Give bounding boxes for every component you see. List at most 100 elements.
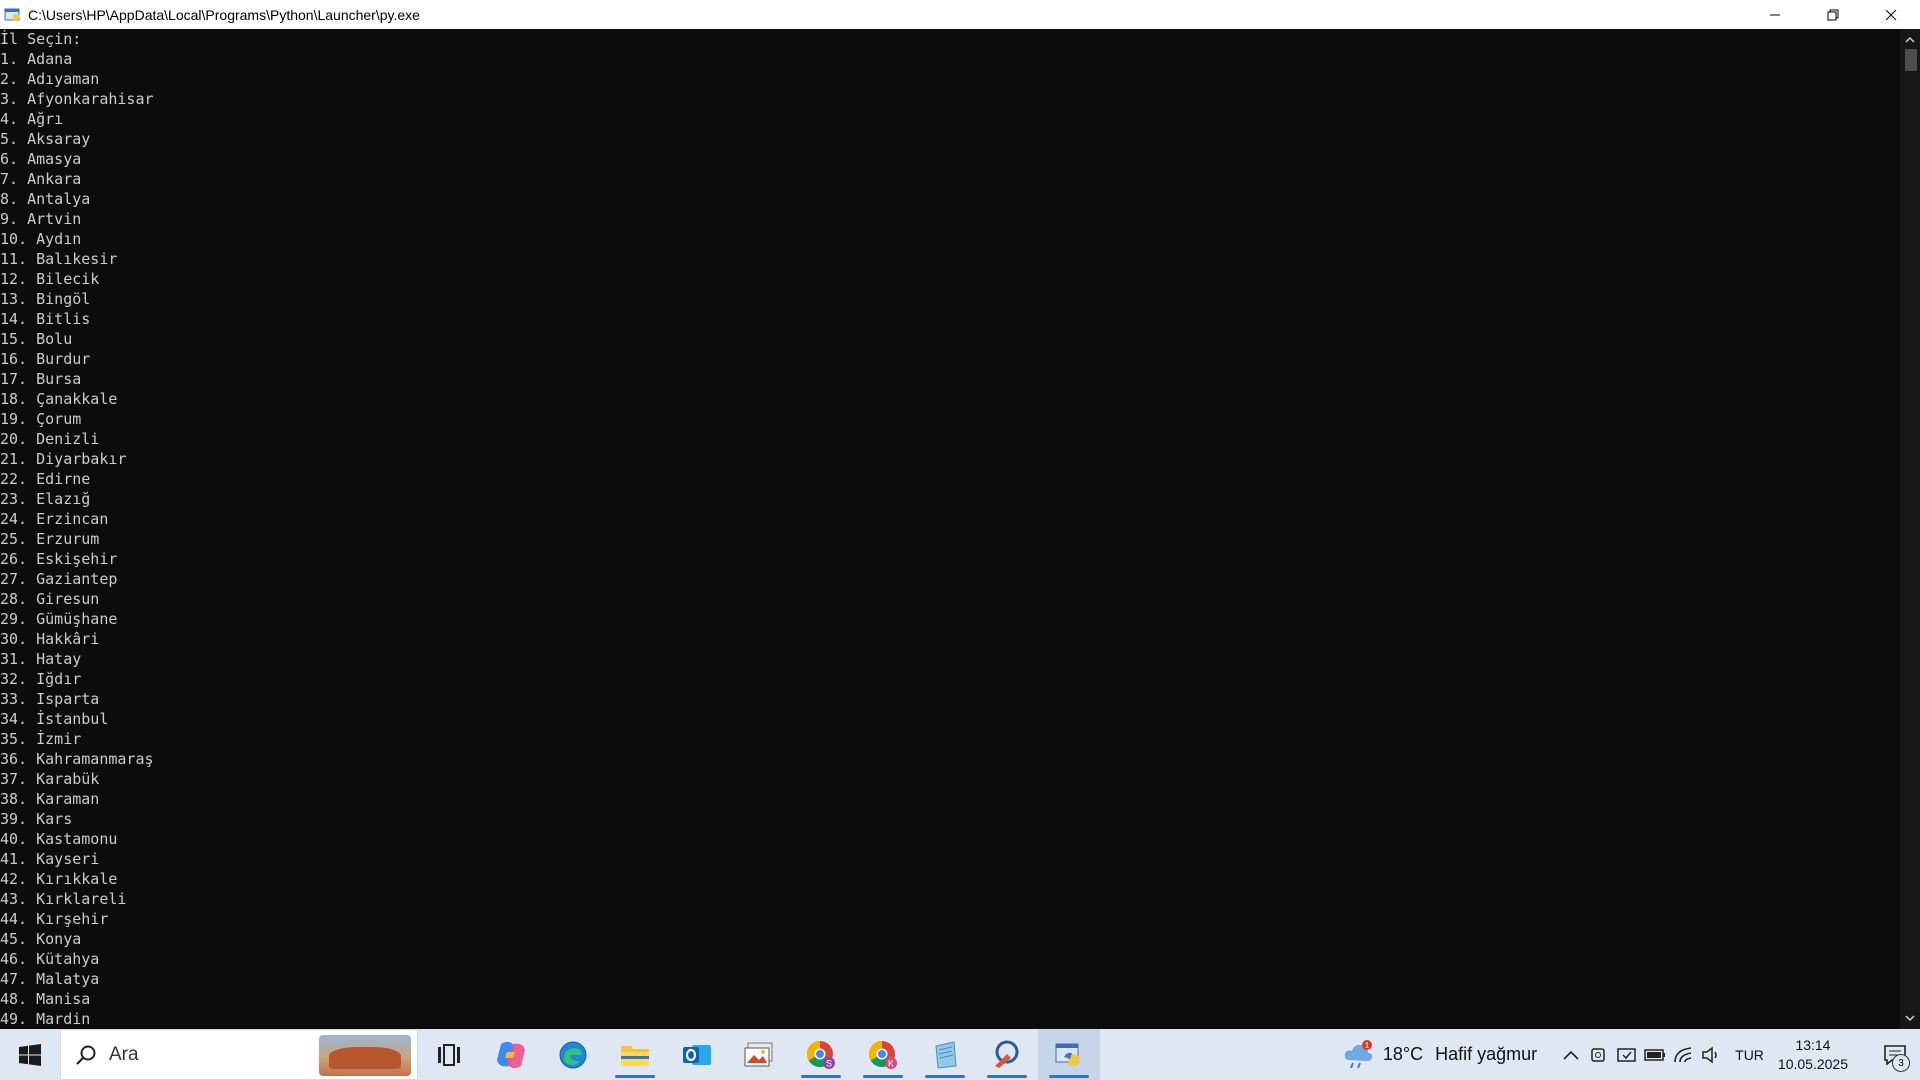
network-button[interactable] [1669, 1029, 1697, 1080]
minimize-icon [1770, 14, 1780, 15]
close-button[interactable] [1862, 0, 1920, 29]
console-line: 47. Malatya [0, 970, 100, 988]
photos-icon [744, 1042, 773, 1066]
console-line: 17. Bursa [0, 370, 82, 388]
python-launcher-button[interactable] [1038, 1029, 1100, 1080]
console-line: 10. Aydın [0, 230, 82, 248]
python-launcher-icon [1055, 1043, 1080, 1066]
pen-app-icon [995, 1040, 1019, 1068]
search-icon [76, 1045, 96, 1065]
notification-center-button[interactable]: 3 [1870, 1029, 1920, 1080]
scroll-down-button[interactable] [1900, 1009, 1920, 1027]
copilot-button[interactable] [480, 1029, 542, 1080]
weather-temperature: 18°C [1382, 1044, 1424, 1064]
file-explorer-button[interactable] [604, 1029, 666, 1080]
console-output[interactable]: İl Seçin: 1. Adana 2. Adıyaman 3. Afyonkar… [0, 29, 1900, 1029]
notepad-icon [935, 1040, 957, 1069]
console-line: 3. Afyonkarahisar [0, 90, 154, 108]
console-line: 14. Bitlis [0, 310, 91, 328]
outlook-icon [683, 1044, 711, 1065]
security-tray-button[interactable] [1613, 1029, 1641, 1080]
outlook-button[interactable] [666, 1029, 728, 1080]
task-view-button[interactable] [418, 1029, 480, 1080]
taskbar: Ara S K 1 18°C Hafif yağmur TUR 13:14 10… [0, 1029, 1920, 1080]
battery-icon [1644, 1048, 1666, 1061]
console-line: 23. Elazığ [0, 490, 91, 508]
restore-icon [1827, 9, 1839, 20]
console-line: 9. Artvin [0, 210, 82, 228]
console-header: İl Seçin: [0, 30, 82, 48]
cloud-rain-icon: 1 [1344, 1039, 1373, 1068]
clock-date: 10.05.2025 [1777, 1055, 1848, 1072]
scroll-thumb[interactable] [1905, 49, 1917, 71]
console-line: 5. Aksaray [0, 130, 91, 148]
console-line: 1. Adana [0, 50, 73, 68]
console-line: 15. Bolu [0, 330, 73, 348]
svg-text:S: S [826, 1058, 832, 1068]
show-hidden-icons-button[interactable] [1557, 1029, 1585, 1080]
province-list: 1. Adana 2. Adıyaman 3. Afyonkarahisar 4. A… [0, 49, 1900, 1029]
title-bar[interactable]: C:\Users\HP\AppData\Local\Programs\Pytho… [0, 0, 1920, 29]
chrome-icon: K [868, 1040, 897, 1069]
console-line: 45. Konya [0, 930, 82, 948]
console-line: 16. Burdur [0, 350, 91, 368]
pen-app-button[interactable] [976, 1029, 1038, 1080]
console-line: 20. Denizli [0, 430, 100, 448]
console-line: 7. Ankara [0, 170, 82, 188]
console-line: 37. Karabük [0, 770, 100, 788]
console-line: 22. Edirne [0, 470, 91, 488]
console-line: 25. Erzurum [0, 530, 100, 548]
copilot-icon [497, 1041, 525, 1068]
volume-button[interactable] [1697, 1029, 1725, 1080]
svg-text:K: K [888, 1058, 894, 1068]
console-line: 11. Balıkesir [0, 250, 118, 268]
console-line: 21. Diyarbakır [0, 450, 127, 468]
camera-icon [1591, 1047, 1605, 1062]
console-line: 19. Çorum [0, 410, 82, 428]
edge-icon [559, 1041, 587, 1068]
start-button[interactable] [0, 1029, 60, 1080]
chrome-icon: S [806, 1040, 835, 1069]
console-line: 18. Çanakkale [0, 390, 118, 408]
console-line: 42. Kırıkkale [0, 870, 118, 888]
chrome-s-button[interactable]: S [790, 1029, 852, 1080]
edge-button[interactable] [542, 1029, 604, 1080]
console-line: 39. Kars [0, 810, 73, 828]
search-highlight-image[interactable] [319, 1035, 411, 1076]
battery-button[interactable] [1641, 1029, 1669, 1080]
clock[interactable]: 13:14 10.05.2025 [1778, 1036, 1848, 1074]
weather-condition: Hafif yağmur [1435, 1044, 1538, 1064]
scroll-up-button[interactable] [1900, 31, 1920, 49]
taskbar-search[interactable]: Ara [60, 1029, 418, 1080]
console-line: 8. Antalya [0, 190, 91, 208]
system-tray: 1 18°C Hafif yağmur TUR 13:14 10.05.2025 [1343, 1029, 1920, 1080]
console-line: 29. Gümüşhane [0, 610, 118, 628]
console-line: 35. İzmir [0, 730, 82, 748]
close-icon [1885, 9, 1897, 20]
console-line: 43. Kırklareli [0, 890, 127, 908]
console-line: 32. Iğdır [0, 670, 82, 688]
console-line: 40. Kastamonu [0, 830, 118, 848]
chevron-up-icon [1563, 1050, 1579, 1060]
restore-button[interactable] [1804, 0, 1862, 29]
meet-now-button[interactable] [1585, 1029, 1613, 1080]
search-label: Ara [109, 1043, 139, 1065]
console-line: 26. Eskişehir [0, 550, 118, 568]
windows-icon [19, 1043, 41, 1066]
file-explorer-icon [621, 1045, 649, 1066]
notepad-button[interactable] [914, 1029, 976, 1080]
minimize-button[interactable] [1746, 0, 1804, 29]
console-line: 49. Mardin [0, 1010, 91, 1028]
console-line: 41. Kayseri [0, 850, 100, 868]
console-line: 12. Bilecik [0, 270, 100, 288]
console-line: 36. Kahramanmaraş [0, 750, 154, 768]
console-line: 44. Kırşehir [0, 910, 109, 928]
chevron-down-icon [1905, 1015, 1915, 1022]
chrome-k-button[interactable]: K [852, 1029, 914, 1080]
weather-widget[interactable]: 1 18°C Hafif yağmur [1343, 1039, 1538, 1070]
vertical-scrollbar[interactable] [1900, 29, 1920, 1029]
console-line: 33. Isparta [0, 690, 100, 708]
input-language[interactable]: TUR [1735, 1047, 1764, 1063]
console-line: 4. Ağrı [0, 110, 64, 128]
photos-button[interactable] [728, 1029, 790, 1080]
